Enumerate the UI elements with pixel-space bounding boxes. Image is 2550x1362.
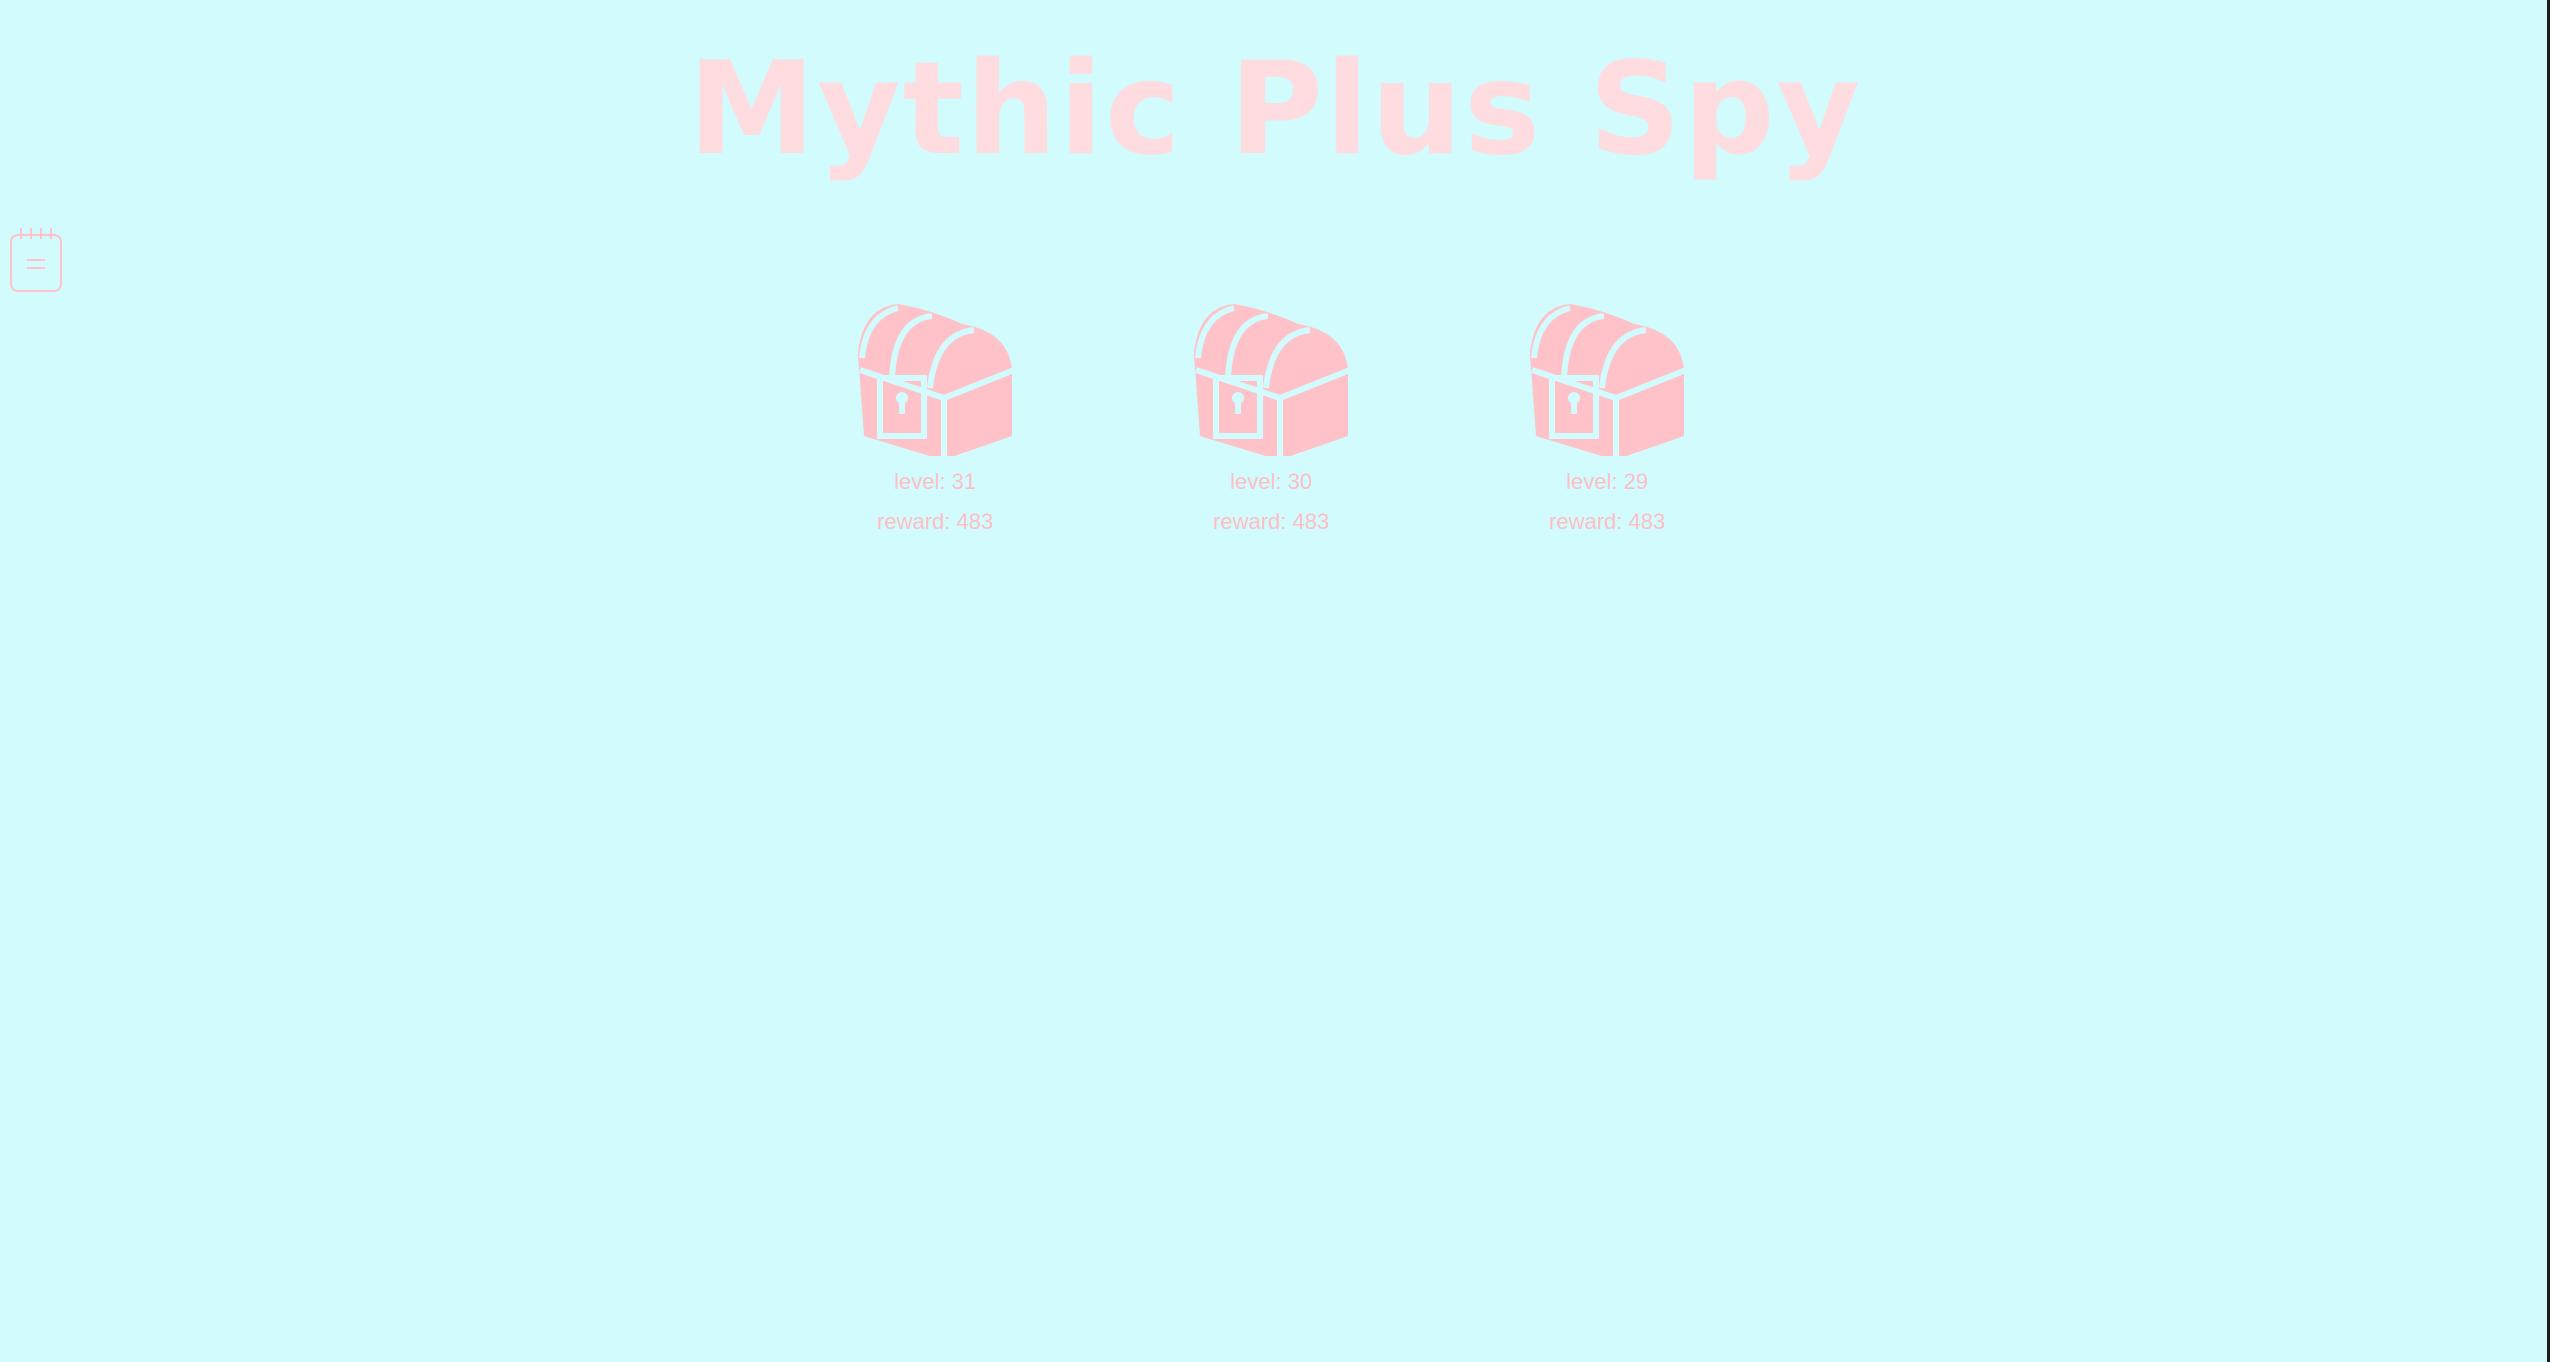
chest-reward: reward: 483 xyxy=(1548,509,1666,534)
chest-card: level: 30 reward: 483 xyxy=(1141,286,1401,542)
chest-level: level: 29 xyxy=(1566,469,1648,494)
notepad-icon xyxy=(10,228,62,292)
treasure-chest-icon xyxy=(1194,304,1352,456)
chest-list: level: 31 reward: 483 level: 30 reward: … xyxy=(0,286,2550,566)
chest-card: level: 31 reward: 483 xyxy=(805,286,1065,542)
chest-card: level: 29 reward: 483 xyxy=(1477,286,1737,542)
chest-reward: reward: 483 xyxy=(876,509,994,534)
notes-button[interactable] xyxy=(8,226,64,294)
treasure-chest-icon xyxy=(1530,304,1688,456)
chest-reward: reward: 483 xyxy=(1212,509,1330,534)
treasure-chest-icon xyxy=(858,304,1016,456)
page-title: Mythic Plus Spy xyxy=(687,35,1863,184)
chest-level: level: 31 xyxy=(894,469,976,494)
chest-level: level: 30 xyxy=(1230,469,1312,494)
